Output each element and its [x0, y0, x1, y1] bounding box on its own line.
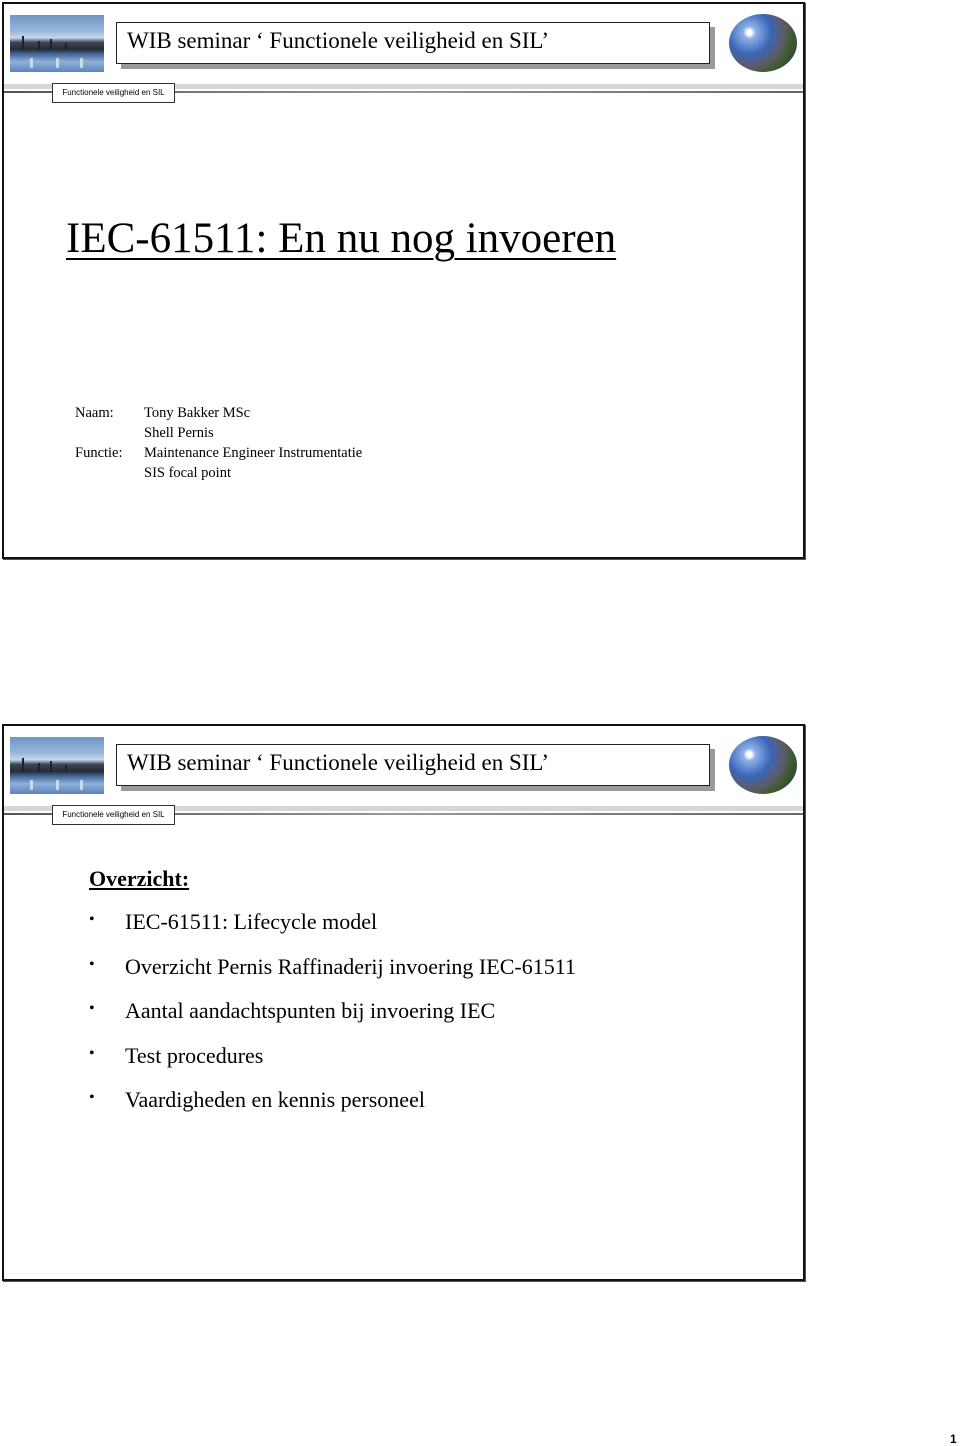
slide-1: WIB seminar ‘ Functionele veiligheid en …	[2, 2, 805, 559]
slide-2: WIB seminar ‘ Functionele veiligheid en …	[2, 724, 805, 1281]
info-value: Maintenance Engineer Instrumentatie	[144, 445, 363, 461]
list-item-text: Test procedures	[125, 1042, 264, 1068]
overview-heading: Overzicht:	[89, 866, 190, 891]
header-title-box: WIB seminar ‘ Functionele veiligheid en …	[116, 744, 710, 786]
header-title: WIB seminar ‘ Functionele veiligheid en …	[127, 750, 549, 775]
bullet-icon: •	[89, 911, 95, 928]
info-label: Naam:	[75, 405, 114, 421]
globe-icon	[729, 14, 797, 72]
header-title: WIB seminar ‘ Functionele veiligheid en …	[127, 28, 549, 53]
bullet-icon: •	[89, 1000, 95, 1017]
slide-title: IEC-61511: En nu nog invoeren	[66, 215, 617, 262]
info-value: Tony Bakker MSc	[144, 405, 251, 421]
info-value: SIS focal point	[144, 465, 231, 481]
info-value: Shell Pernis	[144, 425, 214, 441]
list-item-text: Aantal aandachtspunten bij invoering IEC	[125, 998, 496, 1023]
bullet-icon: •	[89, 1044, 95, 1062]
globe-icon	[729, 736, 797, 794]
refinery-photo	[10, 737, 104, 794]
bullet-icon: •	[89, 1089, 95, 1106]
bullet-icon: •	[89, 955, 95, 973]
list-item-text: Overzicht Pernis Raffinaderij invoering …	[125, 953, 576, 979]
section-tag: Functionele veiligheid en SIL	[52, 805, 175, 825]
page-number: 1	[950, 1432, 957, 1446]
section-tag: Functionele veiligheid en SIL	[52, 83, 175, 103]
list-item-text: IEC-61511: Lifecycle model	[125, 909, 378, 934]
refinery-photo	[10, 15, 104, 72]
header-title-box: WIB seminar ‘ Functionele veiligheid en …	[116, 22, 710, 64]
info-label: Functie:	[75, 445, 123, 461]
list-item-text: Vaardigheden en kennis personeel	[125, 1087, 425, 1112]
